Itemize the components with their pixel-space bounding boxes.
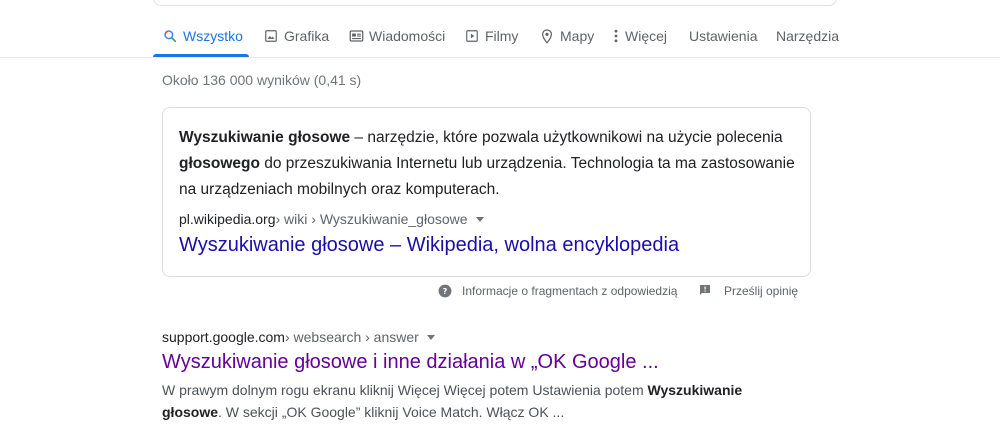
tab-tools[interactable]: Narzędzia: [776, 26, 839, 46]
tab-images-label: Grafika: [284, 28, 330, 44]
result-desc-part: W prawym dolnym rogu ekranu kliknij Więc…: [162, 382, 648, 398]
tab-images[interactable]: Grafika: [263, 26, 329, 46]
tab-settings-label: Ustawienia: [689, 28, 758, 44]
result-cite-path: › websearch › answer: [284, 329, 419, 345]
search-result: support.google.com › websearch › answer …: [162, 326, 802, 423]
tab-settings[interactable]: Ustawienia: [689, 26, 757, 46]
snippet-text-part: – narzędzie, które pozwala użytkownikowi…: [350, 129, 783, 146]
tab-videos-label: Filmy: [485, 28, 519, 44]
snippet-text: Wyszukiwanie głosowe – narzędzie, które …: [179, 125, 799, 203]
chevron-down-icon[interactable]: [426, 334, 435, 340]
send-feedback-label: Prześlij opinię: [724, 284, 799, 298]
search-box-edge[interactable]: [153, 0, 837, 6]
result-cite-domain: support.google.com: [162, 329, 285, 345]
chevron-down-icon[interactable]: [475, 216, 484, 222]
snippet-cite-domain: pl.wikipedia.org: [179, 211, 276, 227]
tab-all-label: Wszystko: [183, 28, 243, 44]
news-icon: [348, 28, 364, 44]
tab-news-label: Wiadomości: [369, 28, 446, 44]
feedback-icon: [699, 284, 713, 298]
snippet-cite: pl.wikipedia.org › wiki › Wyszukiwanie_g…: [179, 211, 484, 227]
snippet-bold-term: Wyszukiwanie głosowe: [179, 129, 351, 146]
snippet-text-part: do przeszukiwania Internetu lub urządzen…: [179, 155, 795, 198]
about-snippets-label: Informacje o fragmentach z odpowiedzią: [462, 284, 678, 298]
send-feedback-link[interactable]: Prześlij opinię: [699, 282, 798, 300]
result-stats: Około 136 000 wyników (0,41 s): [162, 72, 362, 88]
result-description: W prawym dolnym rogu ekranu kliknij Więc…: [162, 379, 802, 423]
more-vert-icon: [611, 28, 621, 44]
tab-videos[interactable]: Filmy: [464, 26, 518, 46]
snippet-cite-path: › wiki › Wyszukiwanie_głosowe: [275, 211, 468, 227]
image-icon: [263, 28, 279, 44]
snippet-bold-term: głosowego: [179, 155, 260, 172]
tab-tools-label: Narzędzia: [776, 28, 840, 44]
active-tab-indicator: [153, 54, 249, 57]
video-icon: [464, 28, 480, 44]
help-icon: ?: [438, 284, 452, 298]
about-snippets-link[interactable]: ? Informacje o fragmentach z odpowiedzią: [438, 282, 677, 300]
snippet-title-link[interactable]: Wyszukiwanie głosowe – Wikipedia, wolna …: [179, 234, 679, 257]
result-cite: support.google.com › websearch › answer: [162, 326, 802, 348]
tab-maps-label: Mapy: [560, 28, 595, 44]
tab-more[interactable]: Więcej: [611, 26, 667, 46]
tab-news[interactable]: Wiadomości: [348, 26, 445, 46]
map-pin-icon: [539, 28, 555, 44]
svg-text:?: ?: [443, 286, 448, 296]
tab-more-label: Więcej: [625, 28, 668, 44]
result-desc-part: . W sekcji „OK Google” kliknij Voice Mat…: [218, 404, 565, 420]
result-title-link[interactable]: Wyszukiwanie głosowe i inne działania w …: [162, 351, 802, 374]
search-tabs-bar: Wszystko Grafika Wiadomości Filmy Mapy W…: [0, 16, 1000, 58]
search-icon: [162, 28, 178, 44]
tab-all[interactable]: Wszystko: [162, 26, 243, 46]
featured-snippet: Wyszukiwanie głosowe – narzędzie, które …: [162, 107, 811, 277]
tab-maps[interactable]: Mapy: [539, 26, 594, 46]
